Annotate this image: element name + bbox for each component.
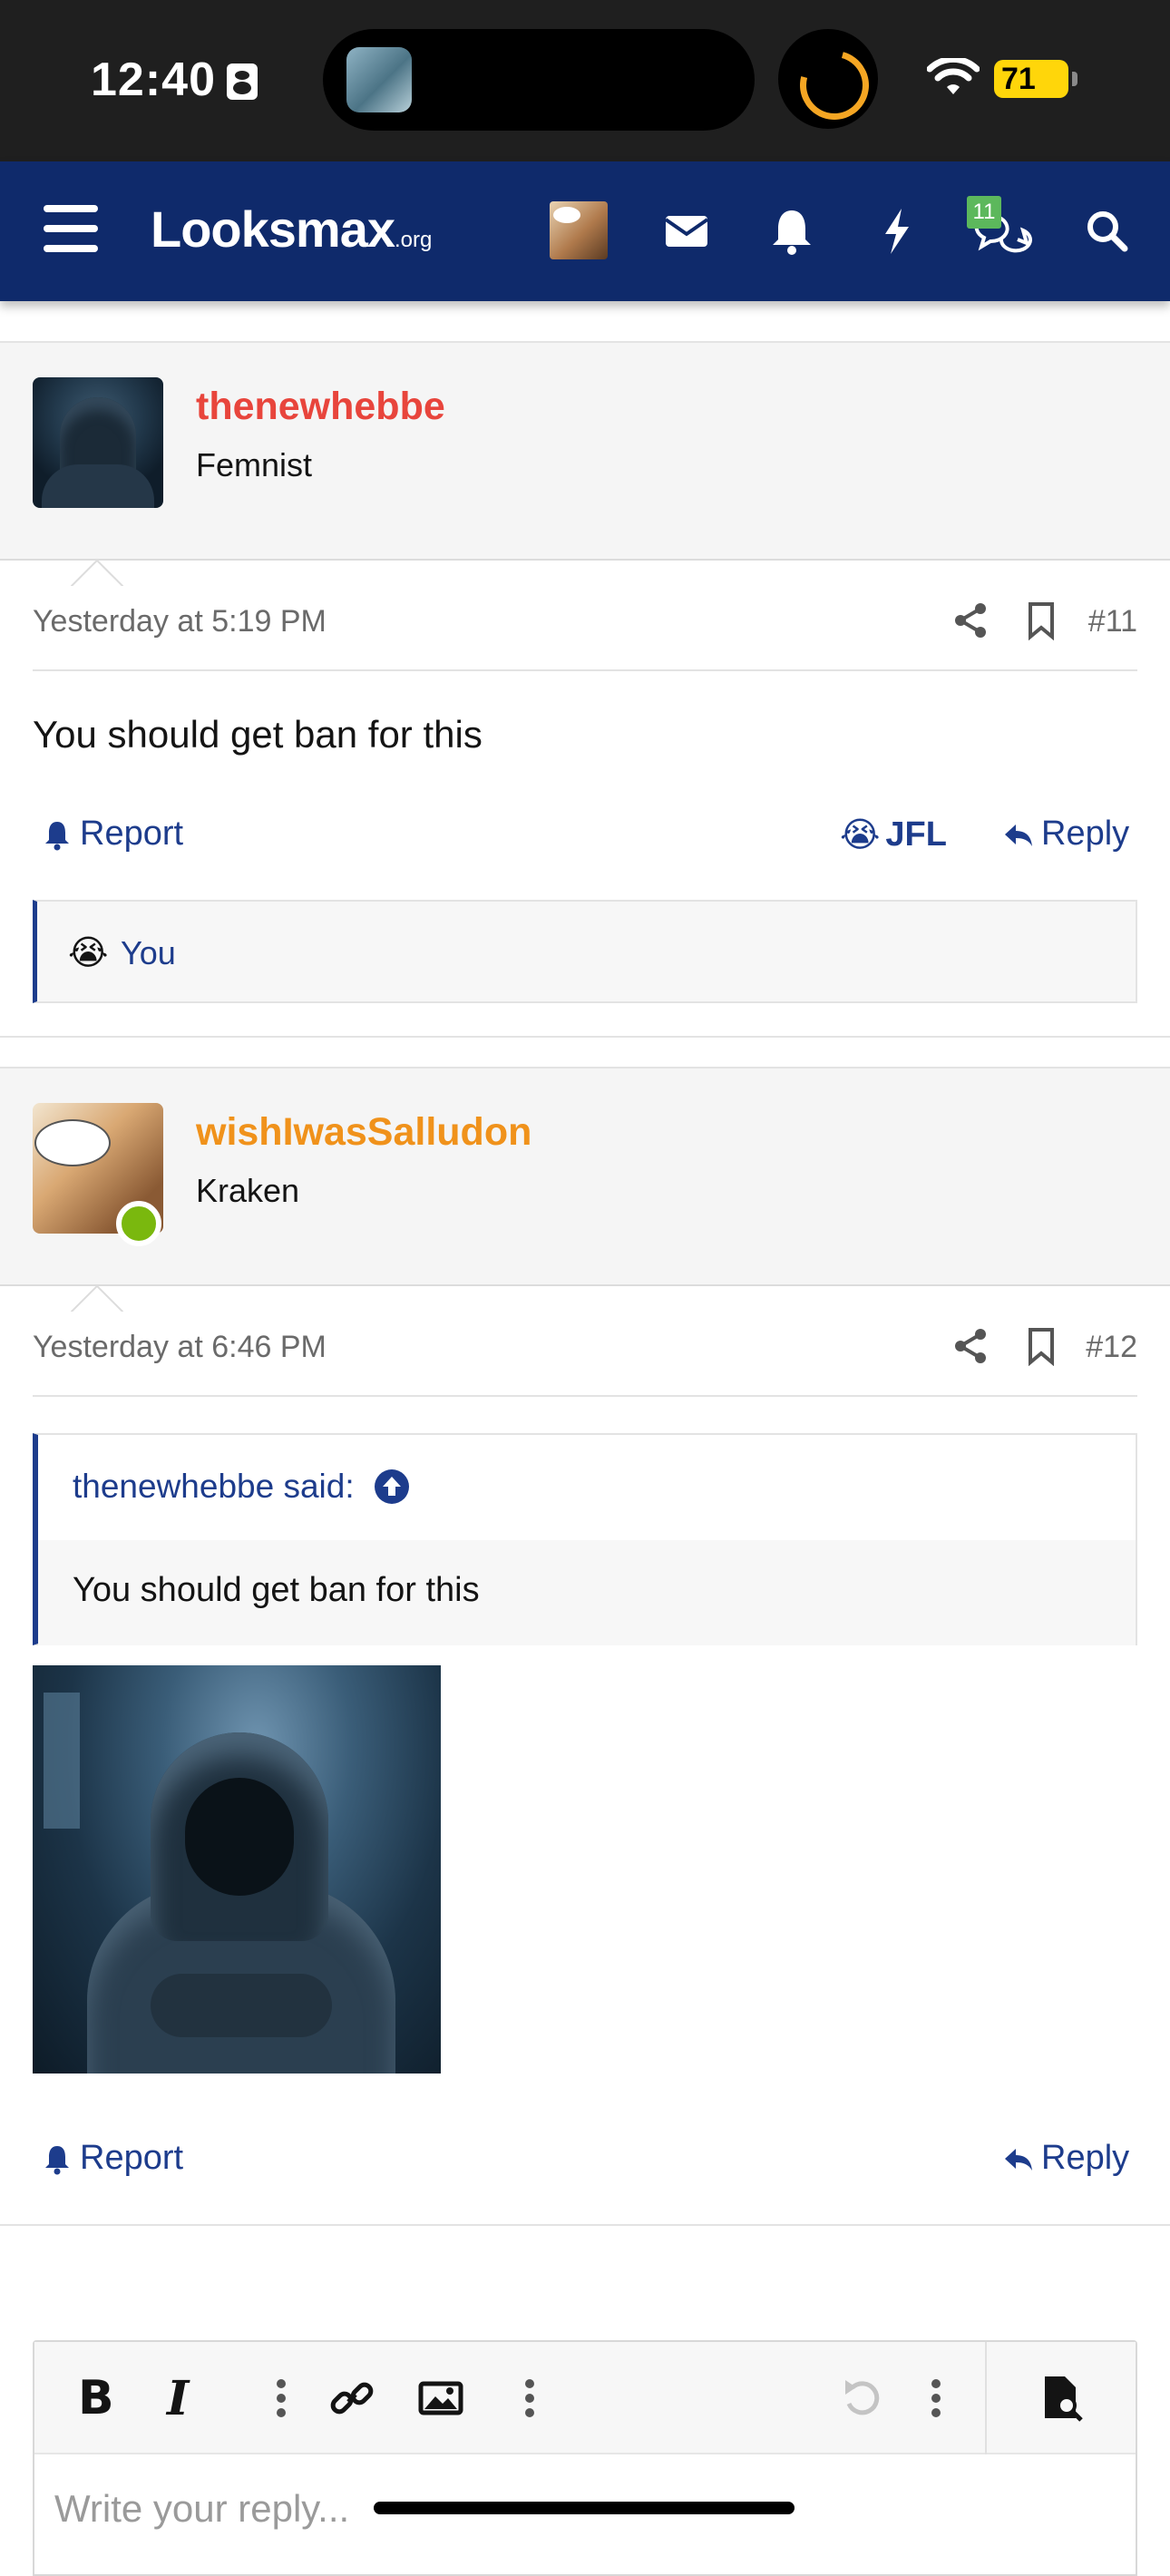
reply-editor: B I <box>33 2340 1137 2576</box>
post-meta: Yesterday at 6:46 PM #12 <box>33 1297 1137 1397</box>
reply-button[interactable]: Reply <box>1001 815 1129 854</box>
crying-laughing-emoji: 😭 <box>840 816 881 854</box>
image-icon[interactable] <box>415 2373 466 2424</box>
arrow-up-icon[interactable] <box>373 1468 411 1506</box>
online-status-indicator <box>116 1201 161 1246</box>
more-icon[interactable] <box>911 2373 961 2424</box>
report-button[interactable]: Report <box>40 2139 183 2178</box>
battery-indicator: 71 <box>994 60 1077 98</box>
bell-icon <box>45 2145 69 2174</box>
post-image-hooded-figure[interactable] <box>33 1665 441 2073</box>
reply-label: Reply <box>1041 815 1130 853</box>
link-icon[interactable] <box>327 2373 377 2424</box>
wifi-icon <box>927 58 980 94</box>
reply-input[interactable]: Write your reply... <box>54 2487 349 2531</box>
reaction-button[interactable]: 😭 JFL <box>840 815 947 855</box>
author-avatar[interactable] <box>33 377 163 508</box>
post-author-header: wishIwasSalludon Kraken <box>0 1067 1170 1286</box>
author-username[interactable]: wishIwasSalludon <box>196 1110 531 1155</box>
report-label: Report <box>80 815 184 853</box>
post-divider <box>0 2224 1170 2226</box>
status-time: 12:40 <box>91 54 216 106</box>
share-icon[interactable] <box>951 600 990 640</box>
post-date[interactable]: Yesterday at 6:46 PM <box>33 1330 327 1365</box>
bookmark-icon[interactable] <box>1023 600 1059 640</box>
menu-icon[interactable] <box>44 205 98 256</box>
post-meta: Yesterday at 5:19 PM #11 <box>33 571 1137 671</box>
share-icon[interactable] <box>951 1326 990 1366</box>
quote-block: thenewhebbe said: You should get ban for… <box>33 1433 1137 1645</box>
author-title: Kraken <box>196 1172 300 1209</box>
reply-label: Reply <box>1041 2139 1130 2177</box>
report-label: Report <box>80 2139 184 2177</box>
reaction-users[interactable]: You <box>121 934 176 972</box>
island-thumbnail <box>346 47 412 112</box>
bookmark-icon[interactable] <box>1023 1326 1059 1366</box>
post-author-header: thenewhebbe Femnist <box>0 341 1170 561</box>
reply-icon <box>1005 2148 1032 2171</box>
status-bar: 12:40 71 <box>0 0 1170 161</box>
bolt-icon[interactable] <box>865 200 929 263</box>
bell-icon[interactable] <box>760 200 824 263</box>
quote-content: You should get ban for this <box>38 1540 1136 1645</box>
undo-icon[interactable] <box>836 2373 887 2424</box>
more-icon[interactable] <box>504 2373 555 2424</box>
post-divider <box>0 1036 1170 1038</box>
bell-icon <box>45 821 69 850</box>
conversations-badge: 11 <box>967 196 1001 229</box>
toolbar-separator <box>985 2342 987 2454</box>
quote-author[interactable]: thenewhebbe said: <box>73 1468 411 1506</box>
post-number[interactable]: #11 <box>1088 604 1137 639</box>
report-button[interactable]: Report <box>40 815 183 854</box>
envelope-icon[interactable] <box>655 200 718 263</box>
id-card-icon <box>227 63 258 100</box>
more-icon[interactable] <box>256 2373 307 2424</box>
post-date[interactable]: Yesterday at 5:19 PM <box>33 604 327 639</box>
site-logo[interactable]: Looksmax.org <box>151 200 432 259</box>
italic-icon[interactable]: I <box>167 2371 189 2426</box>
editor-toolbar: B I <box>34 2342 1136 2454</box>
user-avatar[interactable] <box>550 201 608 259</box>
reaction-label: JFL <box>885 815 947 854</box>
quote-author-label[interactable]: thenewhebbe said: <box>73 1468 355 1506</box>
home-indicator[interactable] <box>374 2502 795 2514</box>
dynamic-island <box>323 29 755 131</box>
reply-icon <box>1005 824 1032 846</box>
reaction-emoji: 😭 <box>68 934 109 972</box>
quote-text: You should get ban for this <box>73 1571 480 1609</box>
author-username[interactable]: thenewhebbe <box>196 385 445 429</box>
author-title: Femnist <box>196 446 313 483</box>
top-navigation: Looksmax.org 11 <box>0 161 1170 301</box>
bold-icon[interactable]: B <box>78 2371 114 2425</box>
post-number[interactable]: #12 <box>1086 1330 1137 1365</box>
post-body: You should get ban for this <box>33 713 483 756</box>
reply-button[interactable]: Reply <box>1001 2139 1129 2178</box>
battery-level: 71 <box>1001 62 1036 96</box>
reactions-list[interactable]: 😭 You <box>33 900 1137 1003</box>
timer-icon <box>778 29 878 129</box>
search-icon[interactable] <box>1076 200 1139 263</box>
preview-icon[interactable] <box>1036 2373 1087 2424</box>
